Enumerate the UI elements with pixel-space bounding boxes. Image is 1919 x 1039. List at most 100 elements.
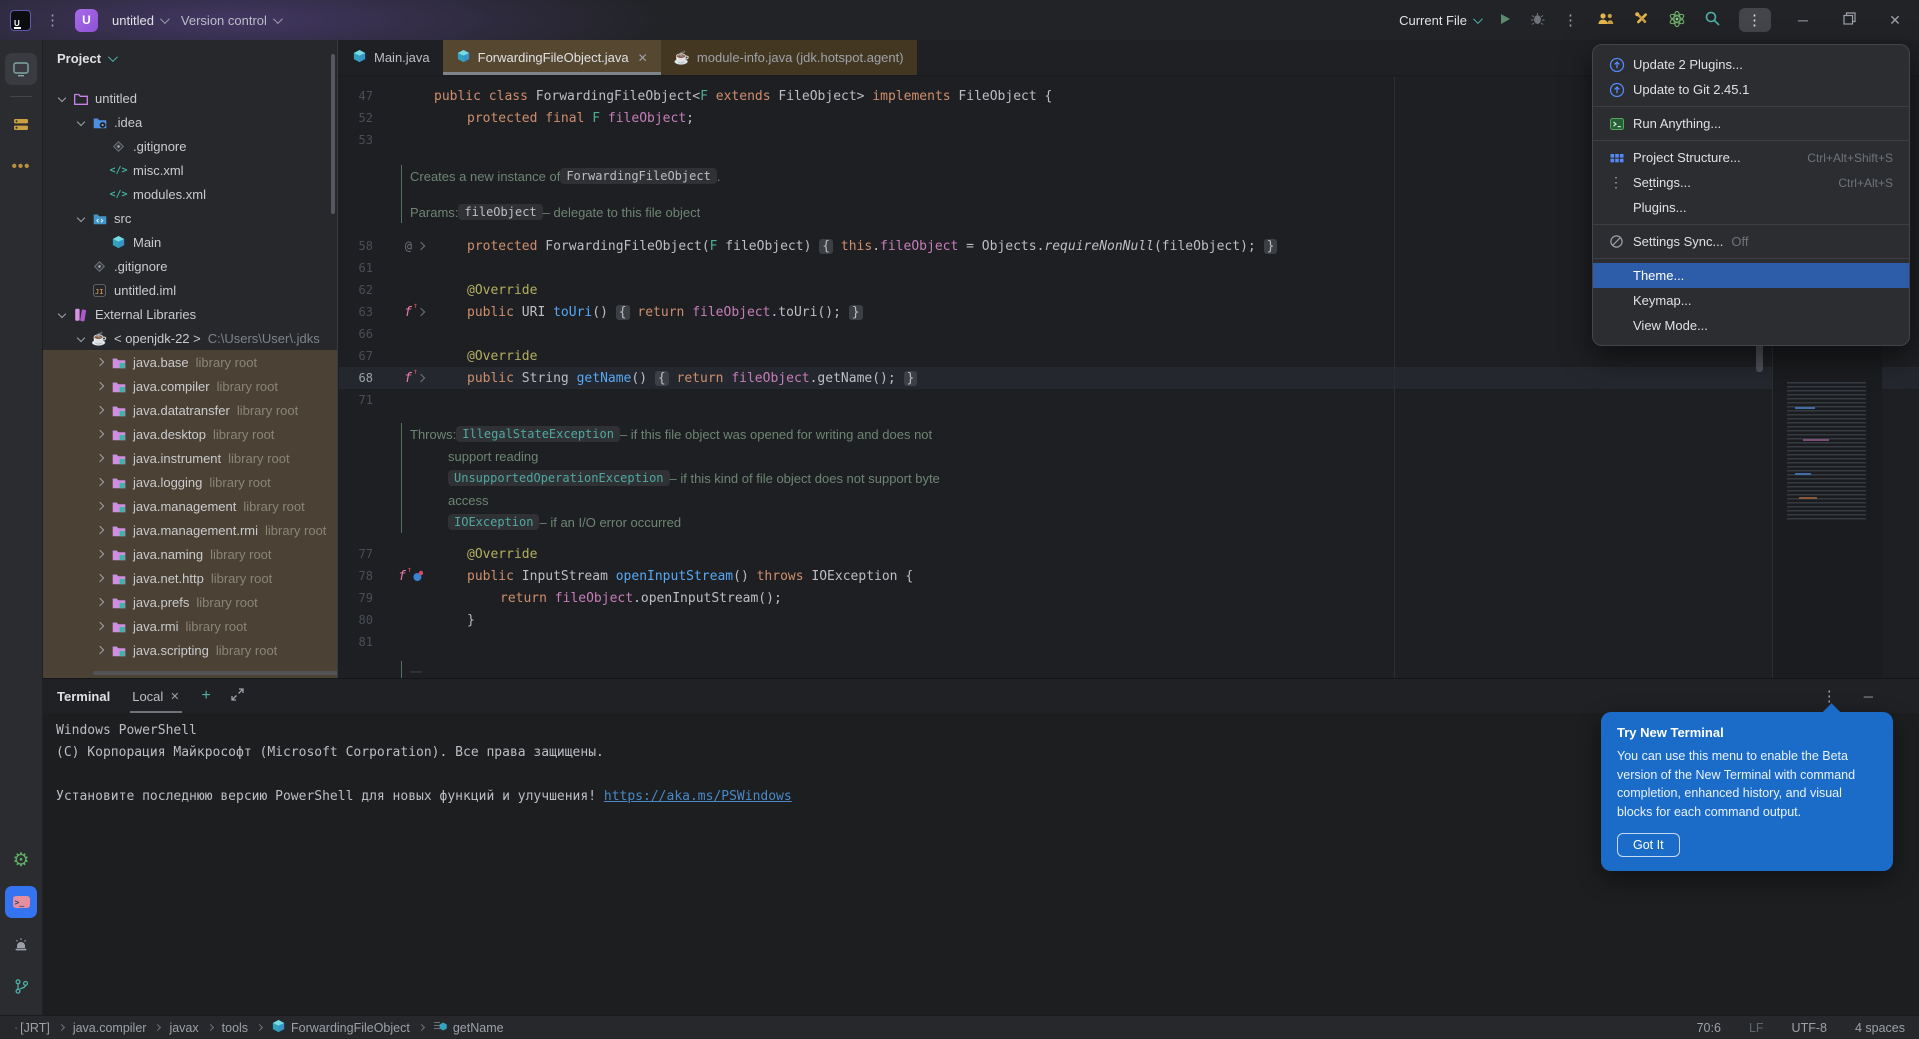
search-everywhere-icon[interactable] xyxy=(1704,10,1721,30)
line-number[interactable]: 62 xyxy=(339,283,373,297)
line-number[interactable]: 71 xyxy=(339,393,373,407)
menu-item-settings-sync[interactable]: Settings Sync... Off xyxy=(1593,229,1909,254)
new-terminal-icon[interactable]: + xyxy=(202,687,211,705)
tree-expand-icon[interactable] xyxy=(53,93,71,103)
status-4-spaces[interactable]: 4 spaces xyxy=(1855,1021,1905,1035)
run-more-icon[interactable]: ⋮ xyxy=(1563,11,1579,29)
project-avatar[interactable]: U xyxy=(75,8,98,32)
tree-expand-icon[interactable] xyxy=(91,381,109,391)
fold-arrow-icon[interactable] xyxy=(416,307,426,317)
app-logo-icon[interactable]: U xyxy=(10,9,31,31)
tree-expand-icon[interactable] xyxy=(91,645,109,655)
annotation-gutter-icon[interactable]: @ xyxy=(405,239,412,253)
structure-tool-button[interactable] xyxy=(5,108,37,140)
got-it-button[interactable]: Got It xyxy=(1617,833,1680,857)
tree-item-java-compiler[interactable]: java.compiler library root xyxy=(43,374,337,398)
implementing-marker-icon[interactable] xyxy=(412,570,424,582)
tree-item-main[interactable]: Main xyxy=(43,230,337,254)
terminal-link[interactable]: https://aka.ms/PSWindows xyxy=(604,789,792,804)
breadcrumb-javax[interactable]: javax xyxy=(169,1021,198,1035)
tree-expand-icon[interactable] xyxy=(72,213,90,223)
breadcrumb-jrt[interactable]: [JRT] xyxy=(20,1021,50,1035)
tree-item-java-datatransfer[interactable]: java.datatransfer library root xyxy=(43,398,337,422)
menu-item-settings[interactable]: ⋮ Settings... Ctrl+Alt+S xyxy=(1593,170,1909,195)
close-icon[interactable]: ✕ xyxy=(638,51,648,65)
run-button[interactable] xyxy=(1498,12,1512,29)
tree-expand-icon[interactable] xyxy=(91,525,109,535)
tree-item-modules-xml[interactable]: </> modules.xml xyxy=(43,182,337,206)
line-number[interactable]: 53 xyxy=(339,133,373,147)
tree-item-untitled-iml[interactable]: JI untitled.iml xyxy=(43,278,337,302)
line-number[interactable]: 58 xyxy=(339,239,373,253)
tree-item-misc-xml[interactable]: </> misc.xml xyxy=(43,158,337,182)
vcs-widget[interactable]: Version control xyxy=(181,13,283,28)
tree-expand-icon[interactable] xyxy=(91,357,109,367)
close-icon[interactable]: ✕ xyxy=(170,690,179,703)
terminal-tool-button[interactable]: >_ xyxy=(5,886,37,918)
tree-expand-icon[interactable] xyxy=(91,405,109,415)
tree-item-java-net-http[interactable]: java.net.http library root xyxy=(43,566,337,590)
chevron-down-icon[interactable] xyxy=(108,51,118,62)
overriding-method-icon[interactable]: f ↑ xyxy=(404,301,418,320)
line-number[interactable]: 77 xyxy=(339,547,373,561)
tree-expand-icon[interactable] xyxy=(91,573,109,583)
breadcrumb-forwardingfileobject[interactable]: ForwardingFileObject xyxy=(271,1019,410,1037)
terminal-options-icon[interactable]: ⋮ xyxy=(1822,687,1838,705)
status-lf[interactable]: LF xyxy=(1749,1021,1764,1035)
problems-tool-button[interactable] xyxy=(5,928,37,960)
status-70-6[interactable]: 70:6 xyxy=(1697,1021,1721,1035)
tree-expand-icon[interactable] xyxy=(72,117,90,127)
menu-item-theme[interactable]: Theme... xyxy=(1593,263,1909,288)
line-number[interactable]: 67 xyxy=(339,349,373,363)
menu-item-update-to-git-2-45-1[interactable]: Update to Git 2.45.1 xyxy=(1593,77,1909,102)
main-menu-icon[interactable]: ⋮ xyxy=(45,11,61,29)
line-number[interactable]: 66 xyxy=(339,327,373,341)
more-actions-icon[interactable]: ⋮ xyxy=(1739,8,1771,32)
terminal-tab-local[interactable]: Local ✕ xyxy=(130,679,182,713)
tree-item-java-instrument[interactable]: java.instrument library root xyxy=(43,446,337,470)
line-number[interactable]: 52 xyxy=(339,111,373,125)
restore-button[interactable] xyxy=(1835,12,1863,28)
project-widget[interactable]: untitled xyxy=(112,13,170,28)
tree-expand-icon[interactable] xyxy=(91,477,109,487)
tree-expand-icon[interactable] xyxy=(91,621,109,631)
menu-item-view-mode[interactable]: View Mode... xyxy=(1593,313,1909,338)
menu-item-plugins[interactable]: Plugins... xyxy=(1593,195,1909,220)
menu-item-update-2-plugins[interactable]: Update 2 Plugins... xyxy=(1593,52,1909,77)
status-utf-8[interactable]: UTF-8 xyxy=(1792,1021,1827,1035)
line-number[interactable]: 78 xyxy=(339,569,373,583)
tree-item-java-naming[interactable]: java.naming library root xyxy=(43,542,337,566)
tools-plugin-icon[interactable] xyxy=(1633,10,1650,30)
menu-item-run-anything[interactable]: Run Anything... xyxy=(1593,111,1909,136)
tree-expand-icon[interactable] xyxy=(91,429,109,439)
tree-item-java-desktop[interactable]: java.desktop library root xyxy=(43,422,337,446)
line-number[interactable]: 81 xyxy=(339,635,373,649)
line-number[interactable]: 68 xyxy=(339,371,373,385)
tree-item-java-management[interactable]: java.management library root xyxy=(43,494,337,518)
breadcrumb-java-compiler[interactable]: java.compiler xyxy=(73,1021,147,1035)
hide-terminal-icon[interactable]: ─ xyxy=(1864,689,1873,704)
users-plugin-icon[interactable] xyxy=(1597,11,1615,30)
breadcrumb-getname[interactable]: getName xyxy=(433,1019,504,1036)
tree-item-java-rmi[interactable]: java.rmi library root xyxy=(43,614,337,638)
tree-expand-icon[interactable] xyxy=(72,333,90,343)
overriding-method-icon[interactable]: f ↑ xyxy=(404,367,418,386)
tree-expand-icon[interactable] xyxy=(91,501,109,511)
run-configuration-widget[interactable]: Current File xyxy=(1399,13,1483,28)
line-number[interactable]: 47 xyxy=(339,89,373,103)
more-tool-windows-button[interactable]: ••• xyxy=(5,150,37,182)
tree-expand-icon[interactable] xyxy=(91,597,109,607)
line-number[interactable]: 61 xyxy=(339,261,373,275)
fold-arrow-icon[interactable] xyxy=(416,373,426,383)
overriding-method-icon[interactable]: f ↑ xyxy=(398,565,412,584)
tree-item-gitignore[interactable]: .gitignore xyxy=(43,134,337,158)
project-vertical-scrollbar[interactable] xyxy=(331,54,335,214)
tree-expand-icon[interactable] xyxy=(91,549,109,559)
editor-tab-forwardingfileobject-java[interactable]: ForwardingFileObject.java ✕ xyxy=(442,40,661,75)
project-horizontal-scrollbar[interactable] xyxy=(93,671,337,675)
tree-item-java-management-rmi[interactable]: java.management.rmi library root xyxy=(43,518,337,542)
tree-item-src[interactable]: src xyxy=(43,206,337,230)
atom-plugin-icon[interactable] xyxy=(1668,10,1686,31)
line-number[interactable]: 79 xyxy=(339,591,373,605)
project-tool-button[interactable] xyxy=(5,53,37,85)
